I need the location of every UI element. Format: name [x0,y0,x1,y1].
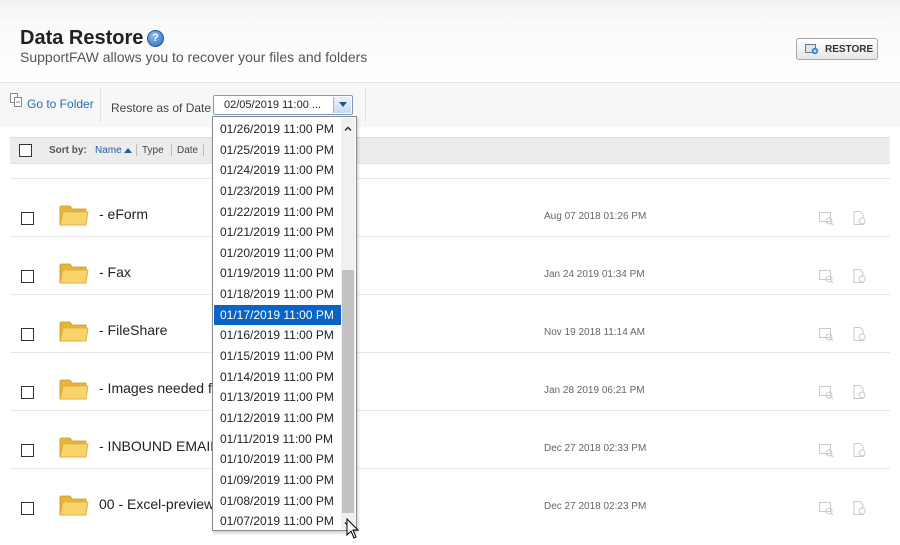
row-divider [10,468,890,469]
date-option[interactable]: 01/23/2019 11:00 PM [214,181,341,202]
dropdown-scrollbar[interactable] [341,118,355,529]
folder-icon [59,377,89,401]
table-row-name[interactable]: - Images needed fr [99,380,217,396]
date-option[interactable]: 01/24/2019 11:00 PM [214,160,341,181]
folder-icon [59,435,89,459]
goto-folder-icon[interactable] [10,93,22,107]
sort-by-label: Sort by: [49,145,87,156]
toolbar-divider [365,88,366,122]
date-option[interactable]: 01/25/2019 11:00 PM [214,140,341,161]
restore-as-of-label: Restore as of Date [111,101,212,115]
restore-button[interactable]: RESTORE [796,38,878,60]
table-row-name[interactable]: - FileShare [99,322,167,338]
preview-icon[interactable] [818,326,834,342]
toolbar-divider [100,88,101,122]
chevron-down-icon[interactable] [333,97,351,113]
date-options: 01/26/2019 11:00 PM 01/25/2019 11:00 PM 01… [214,119,341,532]
preview-icon[interactable] [818,210,834,226]
table-row-name[interactable]: - Fax [99,264,131,280]
date-option[interactable]: 01/22/2019 11:00 PM [214,202,341,223]
table-row-date: Dec 27 2018 02:33 PM [544,443,647,454]
help-icon[interactable]: ? [147,30,164,47]
date-option[interactable]: 01/10/2019 11:00 PM [214,449,341,470]
restore-file-icon[interactable] [851,210,867,226]
row-checkbox[interactable] [21,444,34,457]
date-option[interactable]: 01/09/2019 11:00 PM [214,470,341,491]
row-divider [10,178,890,179]
table-row-date: Jan 28 2019 06:21 PM [544,385,645,396]
page-subtitle: SupportFAW allows you to recover your fi… [20,49,368,65]
folder-icon [59,203,89,227]
row-checkbox[interactable] [21,328,34,341]
row-checkbox[interactable] [21,270,34,283]
date-option[interactable]: 01/14/2019 11:00 PM [214,367,341,388]
date-option[interactable]: 01/20/2019 11:00 PM [214,243,341,264]
folder-icon [59,319,89,343]
sort-by-name[interactable]: Name [95,145,122,156]
date-option[interactable]: 01/08/2019 11:00 PM [214,491,341,512]
restore-date-select[interactable]: 02/05/2019 11:00 ... [213,95,353,115]
goto-folder-link[interactable]: Go to Folder [27,97,94,111]
preview-icon[interactable] [818,268,834,284]
table-row-name[interactable]: - eForm [99,206,148,222]
sort-divider [171,144,172,156]
row-checkbox[interactable] [21,386,34,399]
preview-icon[interactable] [818,500,834,516]
date-option[interactable]: 01/13/2019 11:00 PM [214,387,341,408]
select-all-checkbox[interactable] [19,144,32,157]
restore-file-icon[interactable] [851,442,867,458]
date-option[interactable]: 01/16/2019 11:00 PM [214,325,341,346]
folder-icon [59,493,89,517]
restore-file-icon[interactable] [851,326,867,342]
row-checkbox[interactable] [21,212,34,225]
date-option[interactable]: 01/12/2019 11:00 PM [214,408,341,429]
sort-by-type[interactable]: Type [142,145,164,156]
sort-divider [203,144,204,156]
row-divider [10,352,890,353]
table-row-name[interactable]: 00 - Excel-preview [99,496,214,512]
date-option[interactable]: 01/26/2019 11:00 PM [214,119,341,140]
date-option[interactable]: 01/19/2019 11:00 PM [214,263,341,284]
table-row-name[interactable]: - INBOUND EMAIL [99,438,218,454]
table-row-date: Dec 27 2018 02:23 PM [544,501,647,512]
scroll-thumb[interactable] [342,270,354,513]
date-option[interactable]: 01/11/2019 11:00 PM [214,429,341,450]
preview-icon[interactable] [818,384,834,400]
date-option[interactable]: 01/18/2019 11:00 PM [214,284,341,305]
restore-file-icon[interactable] [851,500,867,516]
restore-date-value: 02/05/2019 11:00 ... [224,99,322,111]
date-option[interactable]: 01/07/2019 11:00 PM [214,511,341,532]
restore-button-label: RESTORE [825,43,874,55]
row-checkbox[interactable] [21,502,34,515]
scroll-up-icon[interactable] [343,121,353,132]
row-divider [10,410,890,411]
table-row-date: Jan 24 2019 01:34 PM [544,269,645,280]
mouse-cursor-icon [346,517,360,540]
row-divider [10,236,890,237]
date-option[interactable]: 01/15/2019 11:00 PM [214,346,341,367]
sort-divider [136,144,137,156]
table-row-date: Nov 19 2018 11:14 AM [544,327,645,338]
table-row-date: Aug 07 2018 01:26 PM [544,211,647,222]
restore-icon [805,43,819,55]
page-title: Data Restore [20,27,144,49]
date-option[interactable]: 01/17/2019 11:00 PM [214,304,341,326]
sort-by-date[interactable]: Date [177,145,198,156]
restore-file-icon[interactable] [851,384,867,400]
restore-file-icon[interactable] [851,268,867,284]
folder-icon [59,261,89,285]
date-dropdown-list[interactable]: 01/26/2019 11:00 PM 01/25/2019 11:00 PM 01… [212,116,357,531]
row-divider [10,294,890,295]
preview-icon[interactable] [818,442,834,458]
date-option[interactable]: 01/21/2019 11:00 PM [214,222,341,243]
sort-ascending-icon [124,148,132,153]
